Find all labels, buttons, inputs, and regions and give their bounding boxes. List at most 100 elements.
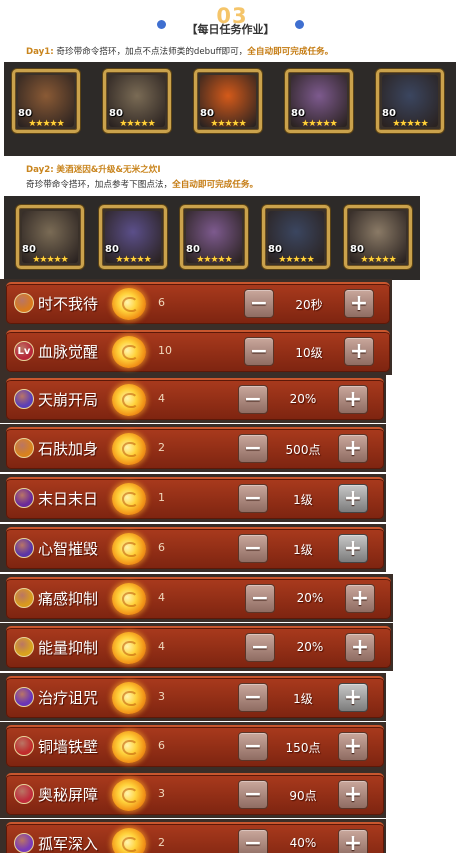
bloodline-icon: Lv	[14, 341, 34, 361]
talent-point-orb-icon	[112, 288, 146, 320]
day1-highlight: 全自动即可完成任务。	[247, 47, 334, 57]
minus-button[interactable]: −	[245, 633, 275, 662]
talent-value: 1级	[293, 493, 313, 507]
minus-button[interactable]: −	[238, 780, 268, 809]
page-title: 【每日任务作业】	[186, 23, 275, 36]
plus-button[interactable]: +	[345, 584, 375, 613]
hero-card[interactable]: 80 ★★★★★	[103, 69, 171, 133]
day2-text: 奇珍带命令搭环，加点参考下图点法，	[26, 180, 173, 190]
talent-name: 铜墙铁壁	[38, 738, 99, 756]
talent-name: 痛感抑制	[38, 590, 99, 608]
hero-card[interactable]: 80 ★★★★★	[99, 205, 167, 269]
talent-point-orb-icon	[112, 433, 146, 465]
plus-button[interactable]: +	[338, 484, 368, 513]
talent-row: 心智摧毁 6 − 1级 +	[6, 527, 384, 569]
minus-button[interactable]: −	[245, 584, 275, 613]
hero-card[interactable]: 80 ★★★★★	[194, 69, 262, 133]
hero-stars: ★★★★★	[392, 119, 428, 129]
talent-value: 20%	[296, 640, 324, 654]
talent-cost: 1	[158, 491, 165, 504]
minus-button[interactable]: −	[238, 484, 268, 513]
talent-cost: 3	[158, 690, 165, 703]
plus-button[interactable]: +	[344, 289, 374, 318]
lone-army-icon	[14, 833, 34, 853]
hero-stars: ★★★★★	[115, 255, 151, 265]
minus-button[interactable]: −	[238, 829, 268, 853]
hero-level: 80	[382, 108, 396, 119]
minus-button[interactable]: −	[244, 337, 274, 366]
plus-button[interactable]: +	[338, 534, 368, 563]
talent-row: 能量抑制 4 − 20% +	[6, 626, 391, 668]
hero-stars: ★★★★★	[278, 255, 314, 265]
day1-description: Day1: 奇珍带命令搭环，加点不点法师类的debuff即可，全自动即可完成任务…	[26, 45, 333, 57]
day2-hero-strip: 80 ★★★★★ 80 ★★★★★ 80 ★★★★★ 80 ★★★★★ 80 ★★★★★	[4, 196, 420, 280]
talent-point-orb-icon	[112, 533, 146, 565]
talent-point-orb-icon	[112, 828, 146, 853]
plus-button[interactable]: +	[338, 385, 368, 414]
talent-row: Lv 血脉觉醒 10 − 10级 +	[6, 330, 390, 372]
plus-button[interactable]: +	[344, 337, 374, 366]
hero-level: 80	[268, 244, 282, 255]
mind-break-icon	[14, 538, 34, 558]
talent-point-orb-icon	[112, 483, 146, 515]
talent-value: 150点	[285, 741, 321, 755]
plus-button[interactable]: +	[338, 434, 368, 463]
minus-button[interactable]: −	[238, 385, 268, 414]
hero-card[interactable]: 80 ★★★★★	[376, 69, 444, 133]
minus-button[interactable]: −	[238, 732, 268, 761]
talent-row: 孤军深入 2 − 40% +	[6, 822, 384, 853]
hero-card[interactable]: 80 ★★★★★	[344, 205, 412, 269]
hero-level: 80	[109, 108, 123, 119]
talent-cost: 4	[158, 591, 165, 604]
pain-suppress-icon	[14, 588, 34, 608]
day1-hero-strip: 80 ★★★★★ 80 ★★★★★ 80 ★★★★★ 80 ★★★★★ 80 ★★★★★	[4, 62, 456, 156]
plus-button[interactable]: +	[338, 732, 368, 761]
talent-value: 1级	[293, 543, 313, 557]
talent-row: 痛感抑制 4 − 20% +	[6, 577, 391, 619]
talent-value: 1级	[293, 692, 313, 706]
hourglass-icon	[14, 293, 34, 313]
hero-card[interactable]: 80 ★★★★★	[180, 205, 248, 269]
talent-cost: 3	[158, 787, 165, 800]
talent-name: 末日末日	[38, 490, 99, 508]
day2-description: 奇珍带命令搭环，加点参考下图点法，全自动即可完成任务。	[26, 178, 258, 190]
minus-button[interactable]: −	[238, 683, 268, 712]
plus-button[interactable]: +	[338, 780, 368, 809]
hero-stars: ★★★★★	[32, 255, 68, 265]
hero-card[interactable]: 80 ★★★★★	[285, 69, 353, 133]
talent-point-orb-icon	[112, 632, 146, 664]
plus-button[interactable]: +	[338, 683, 368, 712]
stone-skin-icon	[14, 438, 34, 458]
hero-level: 80	[291, 108, 305, 119]
minus-button[interactable]: −	[238, 534, 268, 563]
talent-point-orb-icon	[112, 583, 146, 615]
minus-button[interactable]: −	[238, 434, 268, 463]
hero-card[interactable]: 80 ★★★★★	[262, 205, 330, 269]
talent-point-orb-icon	[112, 779, 146, 811]
hero-card[interactable]: 80 ★★★★★	[12, 69, 80, 133]
plus-button[interactable]: +	[338, 829, 368, 853]
plus-button[interactable]: +	[345, 633, 375, 662]
hero-stars: ★★★★★	[28, 119, 64, 129]
talent-value: 40%	[289, 836, 317, 850]
talent-cost: 4	[158, 392, 165, 405]
hero-level: 80	[186, 244, 200, 255]
doom-icon	[14, 488, 34, 508]
iron-wall-icon	[14, 736, 34, 756]
talent-point-orb-icon	[112, 682, 146, 714]
minus-button[interactable]: −	[244, 289, 274, 318]
hero-level: 80	[22, 244, 36, 255]
hero-card[interactable]: 80 ★★★★★	[16, 205, 84, 269]
talent-row: 末日末日 1 − 1级 +	[6, 477, 384, 519]
talent-row: 奥秘屏障 3 − 90点 +	[6, 773, 384, 815]
talent-cost: 6	[158, 739, 165, 752]
talent-value: 20%	[289, 392, 317, 406]
meteor-icon	[14, 389, 34, 409]
talent-row: 铜墙铁壁 6 − 150点 +	[6, 725, 384, 767]
talent-name: 奥秘屏障	[38, 786, 99, 804]
talent-name: 能量抑制	[38, 639, 99, 657]
hero-level: 80	[105, 244, 119, 255]
talent-row: 时不我待 6 − 20秒 +	[6, 282, 390, 324]
talent-cost: 2	[158, 836, 165, 849]
hero-stars: ★★★★★	[119, 119, 155, 129]
